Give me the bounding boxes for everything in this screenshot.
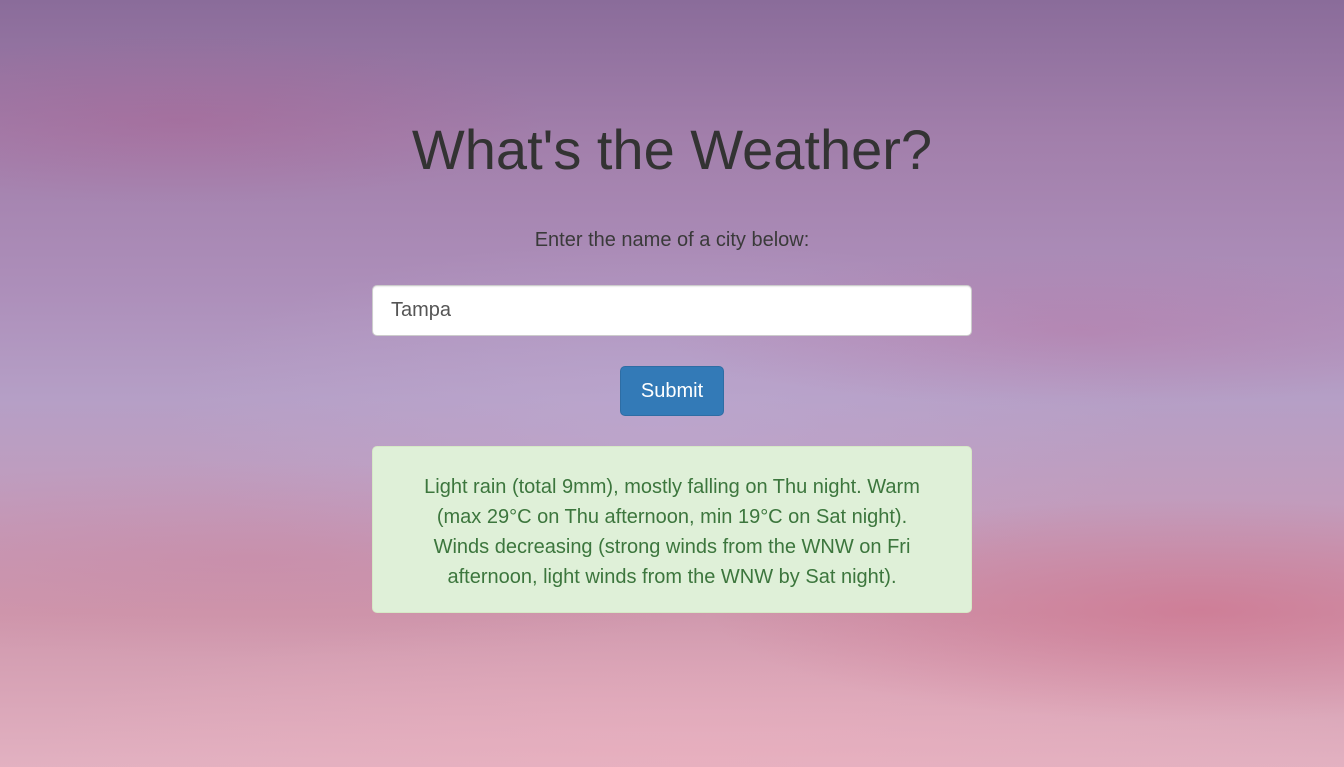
city-prompt-label: Enter the name of a city below: [534,229,810,251]
weather-result-alert: Light rain (total 9mm), mostly falling o… [372,446,972,613]
submit-button[interactable]: Submit [620,366,724,416]
page-container: What's the Weather? Enter the name of a … [0,0,1344,767]
page-title: What's the Weather? [411,118,933,181]
city-input[interactable] [372,285,972,336]
